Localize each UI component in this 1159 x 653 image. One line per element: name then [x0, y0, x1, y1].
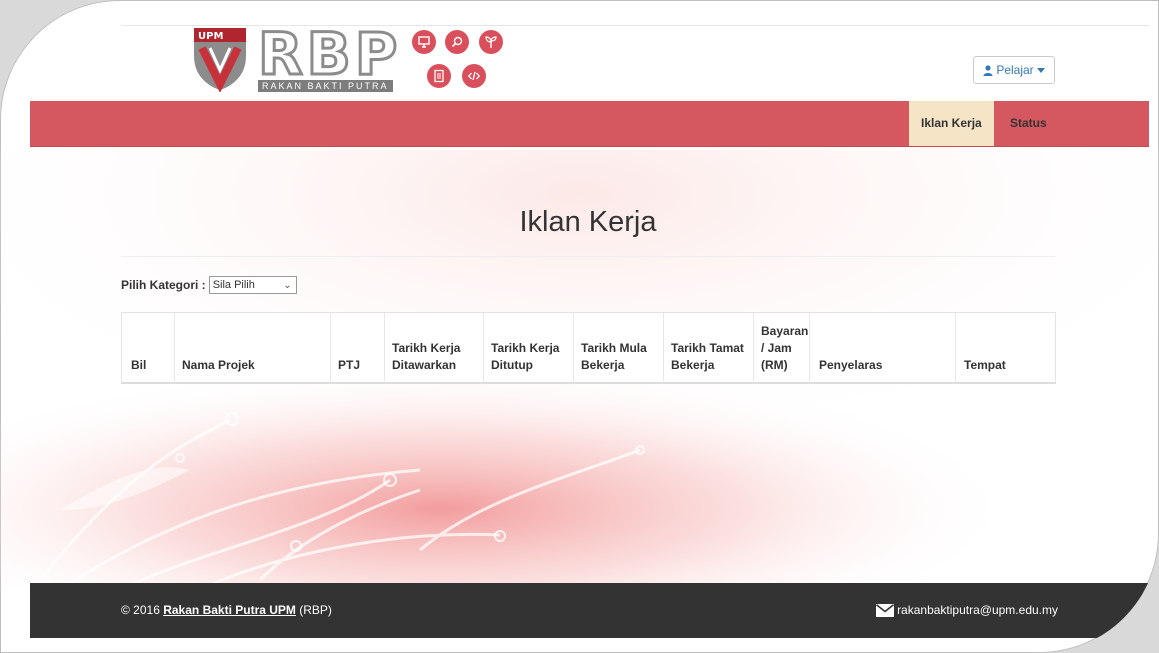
column-header-tarikh-kerja-ditutup[interactable]: Tarikh Kerja Ditutup — [491, 340, 559, 374]
column-divider — [483, 313, 484, 383]
column-header-penyelaras[interactable]: Penyelaras — [819, 357, 882, 374]
page-footer: © 2016 Rakan Bakti Putra UPM (RBP) rakan… — [30, 583, 1149, 638]
category-select[interactable]: Sila Pilih ⌄ — [208, 276, 297, 294]
nav-item-status[interactable]: Status — [996, 101, 1061, 146]
chevron-down-icon: ⌄ — [283, 280, 292, 291]
document-icon — [427, 64, 451, 88]
column-divider — [955, 313, 956, 383]
nav-item-iklan-kerja[interactable]: Iklan Kerja — [909, 101, 994, 146]
brand-subtitle: RAKAN BAKTI PUTRA — [258, 80, 393, 92]
envelope-icon — [876, 603, 895, 617]
category-filter: Pilih Kategori : Sila Pilih ⌄ — [121, 276, 297, 294]
footer-copyright: © 2016 Rakan Bakti Putra UPM (RBP) — [121, 603, 332, 617]
site-logo[interactable]: UPM R B P RAKAN BAKTI PUTRA — [192, 20, 522, 96]
column-header-tempat[interactable]: Tempat — [964, 357, 1006, 374]
upm-shield-icon: UPM — [194, 28, 246, 92]
brand-letter-b: B — [305, 20, 352, 88]
job-ads-table: Bil Nama Projek PTJ Tarikh Kerja Ditawar… — [121, 312, 1056, 384]
brand-letter-p: P — [353, 20, 398, 88]
column-divider — [384, 313, 385, 383]
column-divider — [330, 313, 331, 383]
org-link[interactable]: Rakan Bakti Putra UPM — [163, 603, 296, 617]
column-divider — [663, 313, 664, 383]
brand-letter-r: R — [257, 20, 305, 88]
chevron-down-icon — [1036, 67, 1045, 73]
user-menu-button[interactable]: Pelajar — [973, 56, 1055, 84]
title-divider — [121, 256, 1055, 257]
column-divider — [753, 313, 754, 383]
user-icon — [983, 64, 993, 76]
column-header-bayaran-per-jam[interactable]: Bayaran / Jam (RM) — [761, 323, 808, 374]
column-header-bil[interactable]: Bil — [131, 357, 146, 374]
column-header-tarikh-kerja-ditawarkan[interactable]: Tarikh Kerja Ditawarkan — [392, 340, 460, 374]
code-icon — [462, 64, 486, 88]
rbp-wordmark: R B P — [257, 20, 399, 88]
column-divider — [809, 313, 810, 383]
footer-email: rakanbaktiputra@upm.edu.my — [897, 603, 1058, 617]
user-menu-label: Pelajar — [996, 63, 1034, 77]
column-divider — [174, 313, 175, 383]
page-title: Iklan Kerja — [519, 206, 657, 238]
org-suffix: (RBP) — [299, 603, 332, 617]
copyright-prefix: © 2016 — [121, 603, 160, 617]
search-icon — [445, 30, 469, 54]
column-header-tarikh-mula-bekerja[interactable]: Tarikh Mula Bekerja — [581, 340, 647, 374]
column-divider — [573, 313, 574, 383]
page-frame: UPM R B P RAKAN BAKTI PUTRA Pelajar Ikla… — [0, 0, 1159, 653]
column-header-tarikh-tamat-bekerja[interactable]: Tarikh Tamat Bekerja — [671, 340, 744, 374]
main-navbar: Iklan Kerja Status — [30, 101, 1149, 147]
footer-contact[interactable]: rakanbaktiputra@upm.edu.my — [876, 603, 1058, 617]
monitor-icon — [412, 30, 436, 54]
column-header-ptj[interactable]: PTJ — [338, 357, 360, 374]
category-select-value: Sila Pilih — [212, 279, 255, 291]
column-header-nama-projek[interactable]: Nama Projek — [182, 357, 255, 374]
sprout-icon — [479, 30, 503, 54]
shield-label: UPM — [198, 31, 223, 42]
category-filter-label: Pilih Kategori : — [121, 278, 206, 292]
